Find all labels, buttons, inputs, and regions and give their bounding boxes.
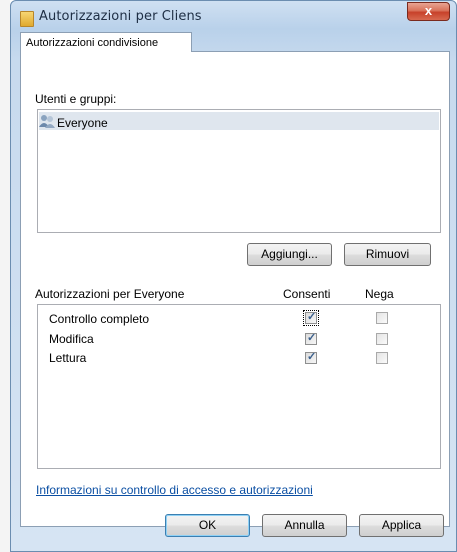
allow-modify-checkbox[interactable]: ✓ (305, 332, 317, 345)
background-strip (0, 0, 10, 552)
user-name: Everyone (57, 116, 108, 130)
allow-read-checkbox[interactable]: ✓ (305, 351, 317, 364)
deny-read-checkbox[interactable] (376, 352, 388, 364)
title-bar[interactable]: Autorizzazioni per Cliens x (11, 1, 456, 31)
permissions-label: Autorizzazioni per Everyone (35, 287, 185, 301)
remove-button[interactable]: Rimuovi (344, 243, 431, 266)
window-title: Autorizzazioni per Cliens (39, 9, 202, 24)
check-icon: ✓ (307, 332, 317, 344)
close-button[interactable]: x (407, 2, 450, 21)
cancel-button[interactable]: Annulla (262, 514, 347, 537)
allow-header: Consenti (283, 287, 331, 301)
apply-button[interactable]: Applica (359, 514, 444, 537)
users-groups-label: Utenti e gruppi: (35, 92, 117, 106)
permissions-dialog: Autorizzazioni per Cliens x Autorizzazio… (10, 0, 457, 552)
allow-full-control-checkbox[interactable]: ✓ (303, 310, 319, 326)
info-link[interactable]: Informazioni su controllo di accesso e a… (36, 483, 313, 497)
users-group-icon (39, 115, 55, 128)
deny-full-control-checkbox[interactable] (376, 312, 388, 324)
permission-name: Controllo completo (49, 312, 150, 326)
add-button[interactable]: Aggiungi... (247, 243, 332, 266)
deny-header: Nega (365, 287, 394, 301)
permissions-list (37, 304, 441, 469)
tab-share-permissions[interactable]: Autorizzazioni condivisione (20, 32, 192, 52)
permission-name: Modifica (49, 332, 94, 346)
check-icon: ✓ (307, 311, 317, 323)
permission-name: Lettura (49, 351, 87, 365)
ok-button[interactable]: OK (165, 514, 250, 537)
deny-modify-checkbox[interactable] (376, 333, 388, 345)
folder-icon (20, 11, 34, 27)
check-icon: ✓ (307, 351, 317, 363)
